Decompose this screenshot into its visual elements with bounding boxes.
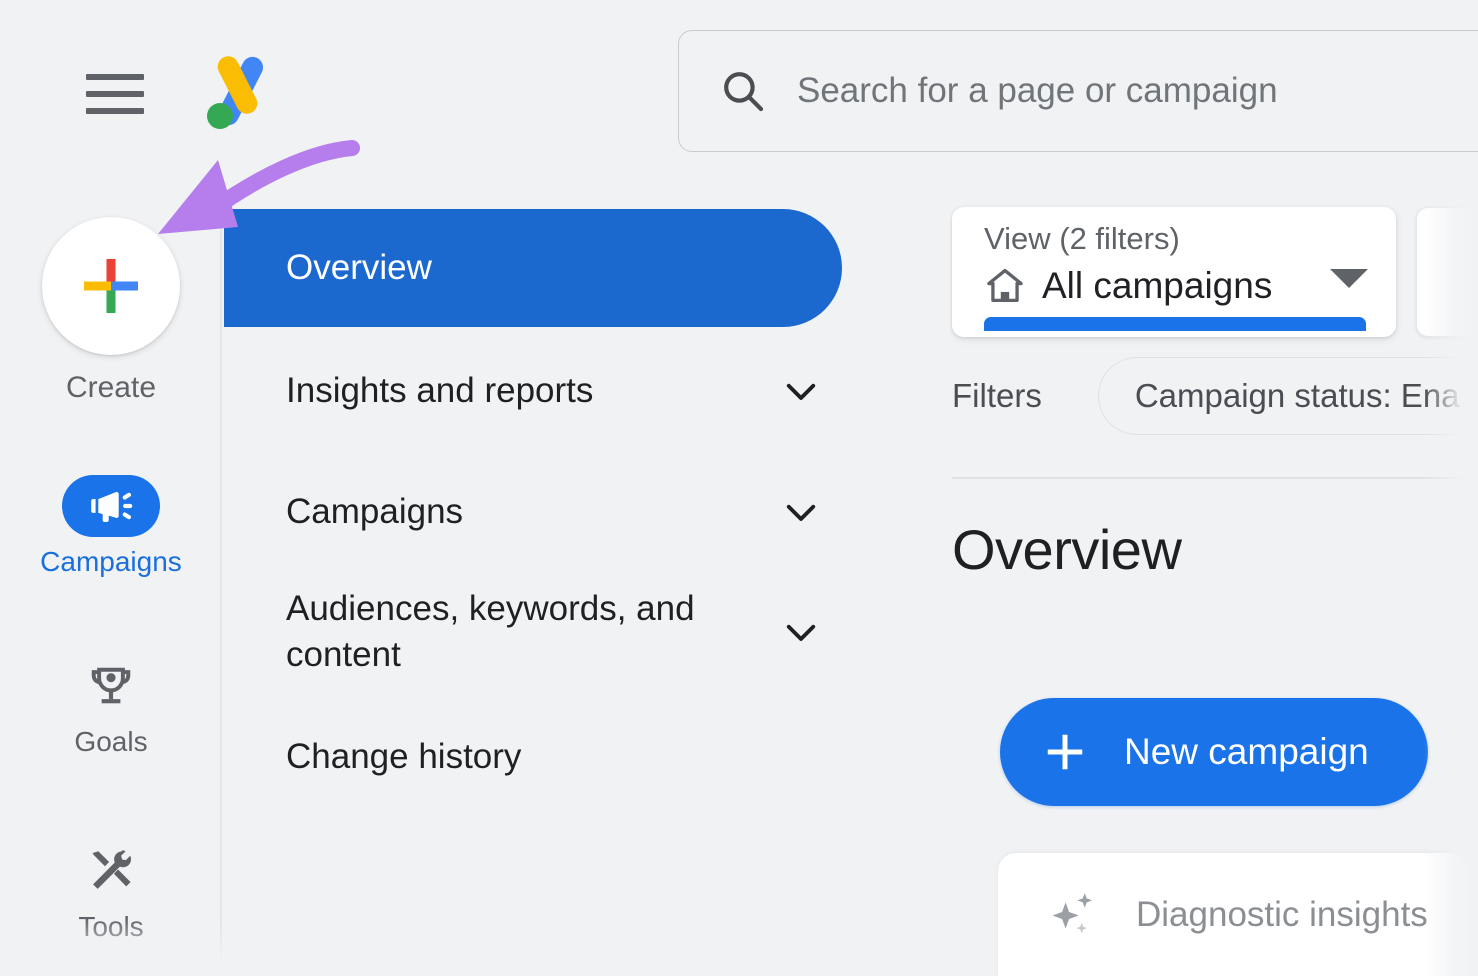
diagnostic-insights-label: Diagnostic insights <box>1136 895 1428 935</box>
page-title: Overview <box>952 517 1181 582</box>
tools-wrench-icon <box>86 846 136 896</box>
rail-item-pill <box>62 475 160 537</box>
search-placeholder-text: Search for a page or campaign <box>797 71 1278 111</box>
view-selector[interactable]: View (2 filters) All campaigns <box>952 207 1396 337</box>
new-campaign-button[interactable]: New campaign <box>1000 698 1428 806</box>
create-button-group: Create <box>0 217 222 405</box>
nav-item-insights-and-reports[interactable]: Insights and reports <box>224 347 842 435</box>
rail-item-label: Goals <box>74 726 147 758</box>
google-ads-app-window: Search for a page or campaign Create <box>0 0 1478 976</box>
top-bar: Search for a page or campaign <box>0 0 1478 185</box>
campaign-megaphone-icon <box>86 481 136 531</box>
rail-item-goals[interactable]: Goals <box>0 655 222 758</box>
chevron-down-icon[interactable] <box>780 370 822 412</box>
hamburger-bar <box>86 91 144 97</box>
hamburger-menu-icon[interactable] <box>86 70 144 118</box>
home-icon <box>984 265 1026 307</box>
brand-home-link[interactable] <box>200 50 292 134</box>
filters-label: Filters <box>952 377 1042 415</box>
nav-item-audiences-keywords-content[interactable]: Audiences, keywords, and content <box>224 570 842 694</box>
secondary-selector-card-partial[interactable] <box>1416 207 1478 337</box>
filter-chip-label: Campaign status: Ena <box>1135 377 1460 415</box>
main-content-area: View (2 filters) All campaigns Filters C… <box>950 185 1478 976</box>
view-selector-value-row: All campaigns <box>984 265 1272 307</box>
nav-item-campaigns[interactable]: Campaigns <box>224 468 842 556</box>
section-nav-panel: Overview Insights and reports Campaigns … <box>224 185 950 976</box>
nav-item-overview[interactable]: Overview <box>224 209 842 327</box>
nav-item-label: Insights and reports <box>286 368 766 414</box>
sparkle-ai-icon <box>1046 887 1102 943</box>
caret-down-icon[interactable] <box>1330 269 1368 288</box>
create-button[interactable] <box>42 217 180 355</box>
nav-item-label: Campaigns <box>286 489 766 535</box>
nav-item-label: Change history <box>286 734 822 780</box>
filter-chip-campaign-status[interactable]: Campaign status: Ena <box>1098 357 1478 435</box>
rail-item-campaigns[interactable]: Campaigns <box>0 475 222 578</box>
chevron-down-icon[interactable] <box>780 491 822 533</box>
content-divider <box>952 477 1478 479</box>
search-input[interactable]: Search for a page or campaign <box>678 30 1478 152</box>
rail-item-tools[interactable]: Tools <box>0 840 222 943</box>
trophy-icon <box>86 661 136 711</box>
filters-row: Filters Campaign status: Ena <box>952 353 1478 439</box>
search-icon <box>719 67 767 115</box>
plus-icon <box>1042 729 1088 775</box>
hamburger-bar <box>86 74 144 80</box>
rail-item-label: Campaigns <box>40 546 182 578</box>
nav-item-label: Overview <box>286 245 822 291</box>
hamburger-bar <box>86 108 144 114</box>
rail-item-pill <box>62 840 160 902</box>
nav-item-change-history[interactable]: Change history <box>224 713 842 801</box>
google-ads-logo-icon <box>200 50 278 134</box>
nav-item-label: Audiences, keywords, and content <box>286 586 766 678</box>
view-selector-underline <box>984 317 1366 331</box>
create-button-label: Create <box>66 371 156 405</box>
rail-item-label: Tools <box>78 911 143 943</box>
new-campaign-button-label: New campaign <box>1124 731 1369 773</box>
chevron-down-icon[interactable] <box>780 611 822 653</box>
view-selector-value: All campaigns <box>1042 265 1272 307</box>
diagnostic-insights-card[interactable]: Diagnostic insights <box>998 853 1468 976</box>
plus-icon <box>75 250 147 322</box>
view-selector-label: View (2 filters) <box>984 221 1180 257</box>
left-icon-rail: Create Campaigns <box>0 185 222 976</box>
rail-item-pill <box>62 655 160 717</box>
